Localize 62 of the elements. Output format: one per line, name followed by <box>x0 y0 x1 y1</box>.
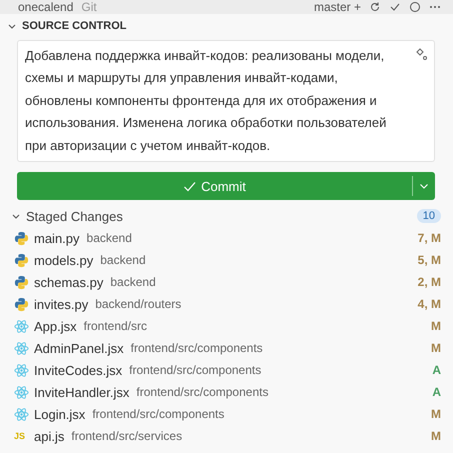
file-path: frontend/src/components <box>130 341 264 356</box>
commit-message-field[interactable]: Добавлена поддержка инвайт-кодов: реализованы модели, схемы и маршруты для управления инвайт-кодами, обновлены компоненты фронтенда для их отображения и использования. Изменена логика обработки пользователей при авторизации с учетом инвайт-кодов. <box>17 40 435 162</box>
file-status: M <box>431 341 441 356</box>
file-item[interactable]: Login.jsx frontend/src/components M <box>0 403 453 426</box>
python-icon <box>14 230 29 246</box>
file-name: AdminPanel.jsx <box>34 340 124 356</box>
file-name: Login.jsx <box>34 406 86 422</box>
section-title[interactable]: Staged Changes <box>26 208 413 224</box>
circle-icon[interactable] <box>409 1 421 13</box>
checkmark-icon[interactable] <box>389 1 401 13</box>
file-name: api.js <box>34 428 64 444</box>
file-item[interactable]: AdminPanel.jsx frontend/src/components M <box>0 337 453 360</box>
file-status: 7, M <box>418 231 441 246</box>
file-path: backend <box>100 253 147 268</box>
refresh-icon[interactable] <box>369 1 381 13</box>
js-file-icon: JS <box>14 431 29 442</box>
file-item[interactable]: invites.py backend/routers 4, M <box>0 293 453 316</box>
file-name: InviteCodes.jsx <box>34 362 122 378</box>
file-status: M <box>431 319 441 334</box>
provider-label: Git <box>81 0 97 14</box>
atom-icon <box>14 384 29 400</box>
atom-icon <box>14 406 29 422</box>
file-status: M <box>431 429 441 444</box>
panel-title: SOURCE CONTROL <box>22 20 126 32</box>
file-path: frontend/src <box>84 319 148 334</box>
atom-icon <box>14 340 29 356</box>
python-icon <box>14 274 29 290</box>
file-path: backend <box>86 231 133 246</box>
file-item[interactable]: App.jsx frontend/src M <box>0 315 453 338</box>
file-name: invites.py <box>34 296 88 312</box>
checkmark-icon <box>183 180 196 193</box>
file-status: 5, M <box>418 253 441 268</box>
atom-icon <box>14 362 29 378</box>
atom-icon <box>14 318 29 334</box>
python-icon <box>14 296 29 312</box>
file-status: A <box>432 385 441 400</box>
file-path: frontend/src/components <box>92 407 226 422</box>
file-path: frontend/src/services <box>71 429 184 444</box>
file-status: M <box>431 407 441 422</box>
branch-label[interactable]: master + <box>314 0 361 14</box>
file-name: main.py <box>34 230 80 246</box>
count-badge: 10 <box>416 209 441 224</box>
file-item[interactable]: InviteCodes.jsx frontend/src/components A <box>0 359 453 382</box>
repo-name: onecalend <box>18 0 74 14</box>
file-item[interactable]: InviteHandler.jsx frontend/src/components A <box>0 381 453 404</box>
file-name: models.py <box>34 252 94 268</box>
file-path: backend <box>110 275 157 290</box>
file-item[interactable]: main.py backend 7, M <box>0 227 453 250</box>
file-status: A <box>432 363 441 378</box>
file-path: backend/routers <box>95 297 182 312</box>
sparkle-icon[interactable] <box>414 48 428 62</box>
file-item[interactable]: schemas.py backend 2, M <box>0 271 453 294</box>
file-name: InviteHandler.jsx <box>34 384 130 400</box>
file-item[interactable]: JS api.js frontend/src/services M <box>0 425 453 448</box>
file-path: frontend/src/components <box>136 385 270 400</box>
file-path: frontend/src/components <box>129 363 262 378</box>
file-status: 2, M <box>418 275 441 290</box>
file-status: 4, M <box>418 297 441 312</box>
python-icon <box>14 252 29 268</box>
file-name: schemas.py <box>34 274 104 290</box>
file-name: App.jsx <box>34 318 77 334</box>
file-item[interactable]: models.py backend 5, M <box>0 249 453 272</box>
